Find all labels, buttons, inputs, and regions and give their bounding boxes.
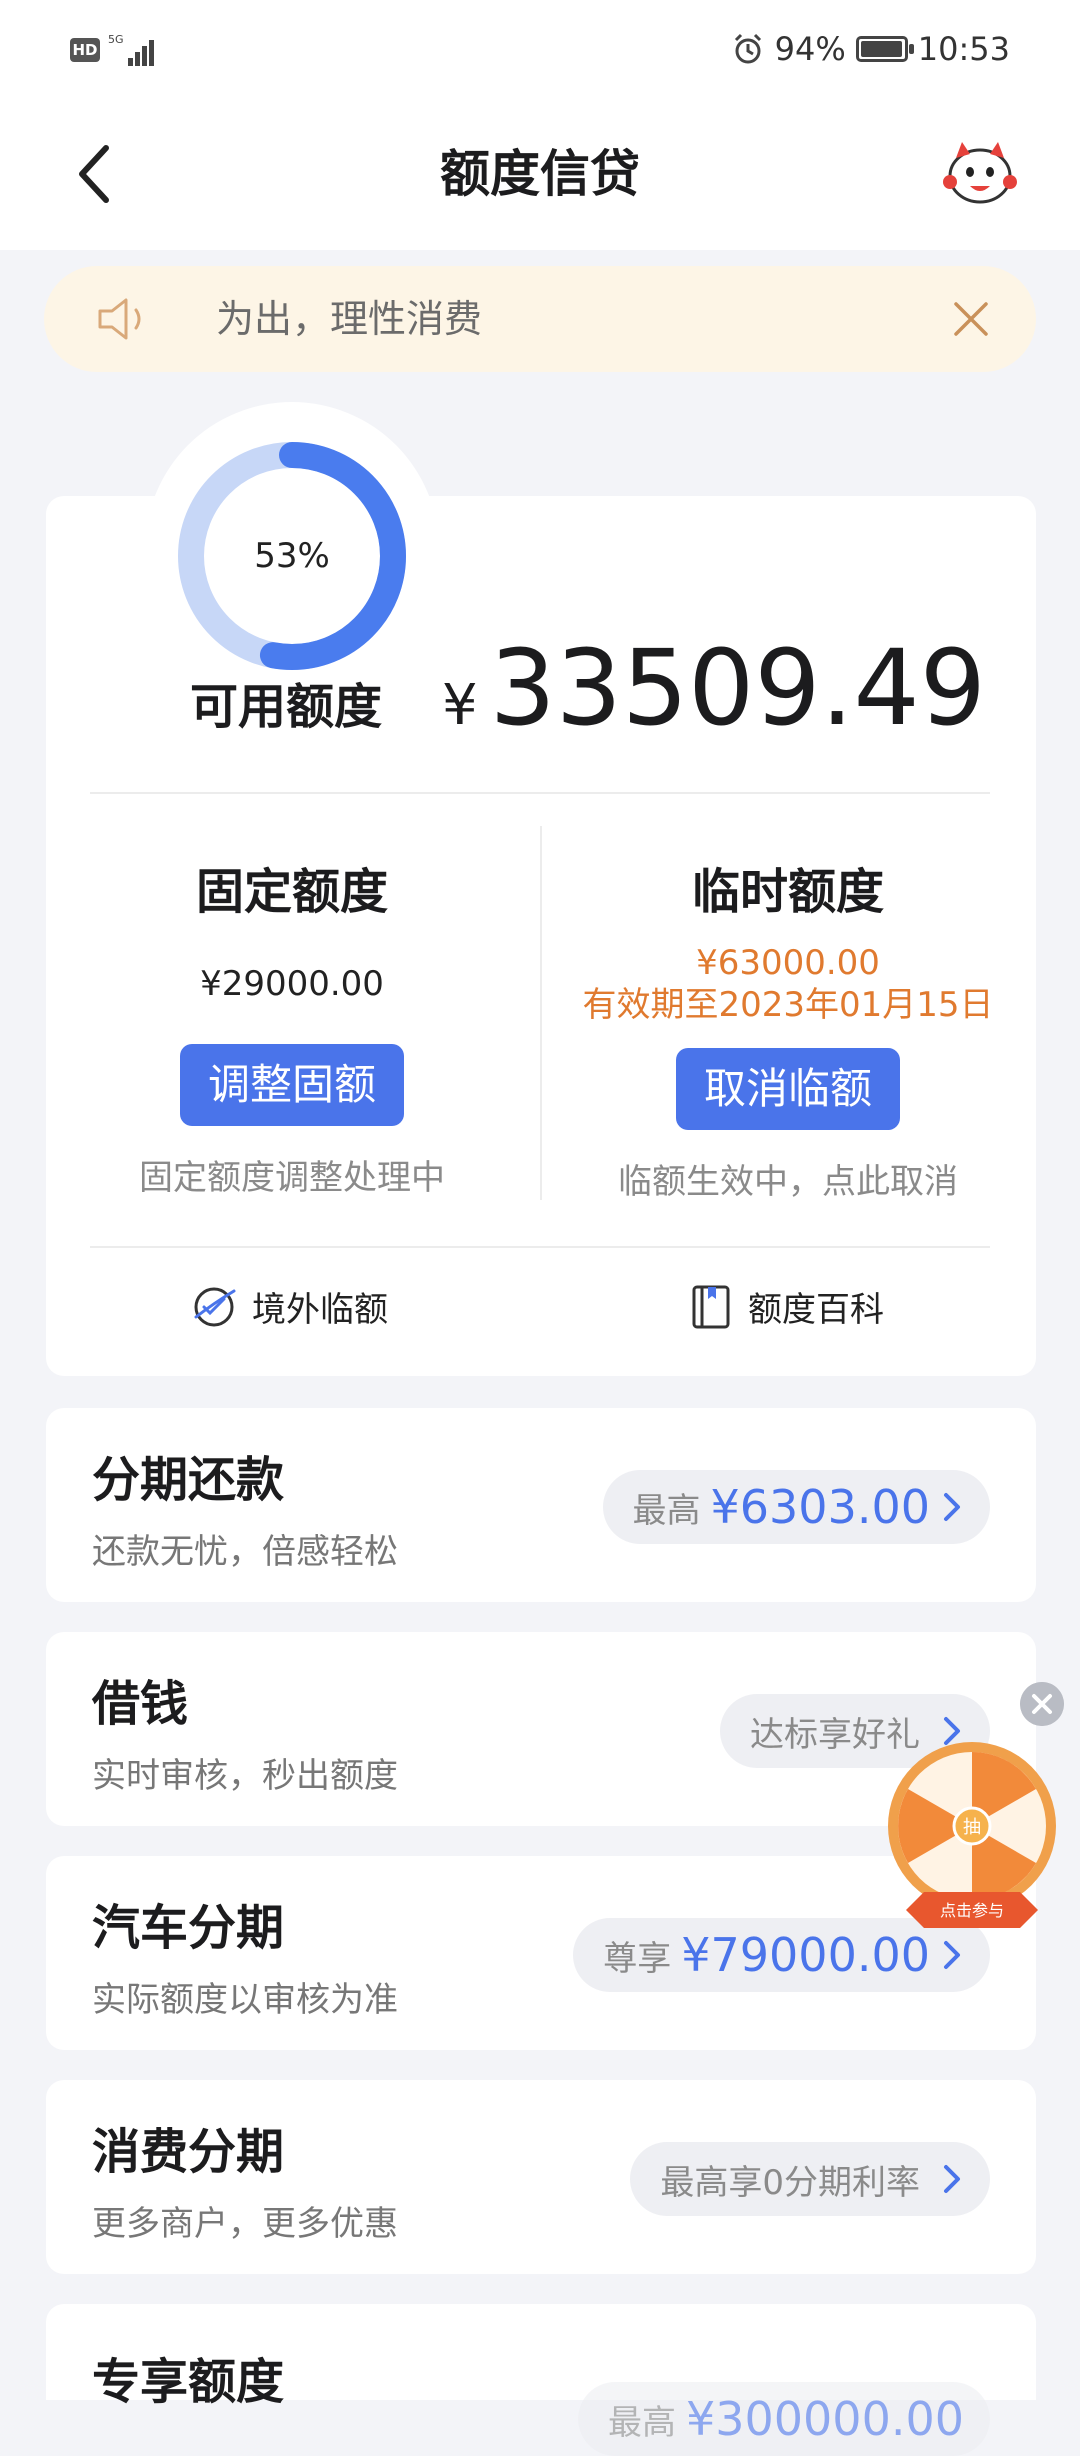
product-tag-value: ¥6303.00 bbox=[710, 1480, 931, 1534]
available-amount: ¥ 33509.49 bbox=[442, 628, 986, 748]
battery-percent: 94% bbox=[774, 30, 846, 68]
temp-credit-title: 临时额度 bbox=[691, 864, 884, 920]
temp-credit-hint: 临额生效中，点此取消 bbox=[618, 1162, 958, 1202]
product-subtitle: 实际额度以审核为准 bbox=[92, 1980, 398, 2020]
product-card-exclusive-credit[interactable]: 专享额度 最高 ¥300000.00 bbox=[46, 2304, 1036, 2456]
nav-bar: 额度信贷 bbox=[0, 104, 1080, 250]
lottery-ribbon-label: 点击参与 bbox=[940, 1901, 1004, 1920]
mascot-icon[interactable] bbox=[940, 132, 1020, 212]
product-tag[interactable]: 最高享0分期利率 bbox=[630, 2142, 990, 2216]
status-left: HD 5G bbox=[70, 34, 154, 66]
hd-badge: HD bbox=[70, 38, 100, 62]
close-icon[interactable] bbox=[946, 294, 996, 344]
available-amount-value: 33509.49 bbox=[489, 627, 986, 749]
temp-credit-section: 临时额度 ¥63000.00 有效期至2023年01月15日 取消临额 临额生效… bbox=[568, 852, 1008, 1203]
clock: 10:53 bbox=[917, 30, 1010, 68]
overseas-temp-link[interactable]: 境外临额 bbox=[190, 1282, 388, 1331]
product-subtitle: 更多商户，更多优惠 bbox=[92, 2204, 398, 2244]
status-right: 94% 10:53 bbox=[731, 30, 1010, 68]
column-divider bbox=[540, 826, 542, 1200]
ring-percent: 53% bbox=[254, 536, 330, 576]
product-subtitle: 实时审核，秒出额度 bbox=[92, 1756, 398, 1796]
temp-credit-amount: ¥63000.00 bbox=[696, 943, 880, 983]
lottery-center-label: 抽 bbox=[963, 1817, 981, 1838]
chevron-right-icon bbox=[944, 2165, 960, 2193]
divider bbox=[90, 792, 990, 794]
product-tag[interactable]: 最高 ¥300000.00 bbox=[577, 2382, 990, 2456]
product-tag-prefix: 尊享 bbox=[603, 1938, 672, 1979]
chevron-right-icon bbox=[944, 1941, 960, 1969]
product-title: 汽车分期 bbox=[92, 1900, 285, 1956]
adjust-fixed-button[interactable]: 调整固额 bbox=[179, 1044, 404, 1126]
credit-wiki-link[interactable]: 额度百科 bbox=[686, 1282, 884, 1331]
lottery-wheel-icon[interactable]: 抽 点击参与 bbox=[884, 1742, 1060, 1932]
product-title: 分期还款 bbox=[92, 1452, 285, 1508]
chevron-right-icon bbox=[944, 1493, 960, 1521]
globe-icon bbox=[194, 1287, 236, 1326]
battery-icon bbox=[855, 36, 914, 62]
temp-credit-validity: 有效期至2023年01月15日 bbox=[582, 985, 994, 1025]
notice-text: 为出，理性消费 bbox=[216, 297, 483, 341]
speaker-icon bbox=[98, 298, 141, 340]
available-label: 可用额度 bbox=[190, 679, 383, 735]
product-title: 专享额度 bbox=[92, 2354, 285, 2410]
network-label: 5G bbox=[108, 33, 124, 46]
product-tag-value: ¥300000.00 bbox=[685, 2392, 964, 2446]
product-tag-prefix: 最高 bbox=[632, 1490, 701, 1531]
product-title: 消费分期 bbox=[92, 2124, 285, 2180]
product-tag-prefix: 最高 bbox=[607, 2402, 676, 2443]
alarm-icon bbox=[734, 33, 761, 64]
fixed-credit-section: 固定额度 ¥29000.00 调整固额 固定额度调整处理中 bbox=[72, 852, 512, 1199]
lottery-close-icon[interactable] bbox=[1020, 1682, 1064, 1726]
cancel-temp-button[interactable]: 取消临额 bbox=[675, 1048, 900, 1130]
currency-symbol: ¥ bbox=[442, 673, 478, 738]
status-bar: HD 5G 94% 10:53 bbox=[0, 0, 1080, 104]
product-title: 借钱 bbox=[92, 1676, 189, 1732]
signal-icon: 5G bbox=[108, 34, 154, 66]
product-tag-value: ¥79000.00 bbox=[681, 1928, 930, 1982]
page-title: 额度信贷 bbox=[440, 145, 640, 203]
fixed-credit-hint: 固定额度调整处理中 bbox=[139, 1158, 445, 1198]
product-card-consumer-installment[interactable]: 消费分期 更多商户，更多优惠 最高享0分期利率 bbox=[46, 2080, 1036, 2274]
product-card-installment-repay[interactable]: 分期还款 还款无忧，倍感轻松 最高 ¥6303.00 bbox=[46, 1408, 1036, 1602]
credit-wiki-label: 额度百科 bbox=[748, 1290, 884, 1330]
product-tag[interactable]: 最高 ¥6303.00 bbox=[602, 1470, 990, 1544]
overseas-temp-label: 境外临额 bbox=[252, 1290, 388, 1330]
notice-banner[interactable]: 为出，理性消费 bbox=[44, 266, 1036, 372]
book-icon bbox=[692, 1285, 730, 1328]
fixed-credit-amount: ¥29000.00 bbox=[200, 964, 384, 1004]
product-subtitle: 还款无忧，倍感轻松 bbox=[92, 1532, 398, 1572]
fixed-credit-title: 固定额度 bbox=[195, 864, 388, 920]
divider bbox=[90, 1246, 990, 1248]
product-tag-prefix: 最高享0分期利率 bbox=[660, 2162, 920, 2203]
